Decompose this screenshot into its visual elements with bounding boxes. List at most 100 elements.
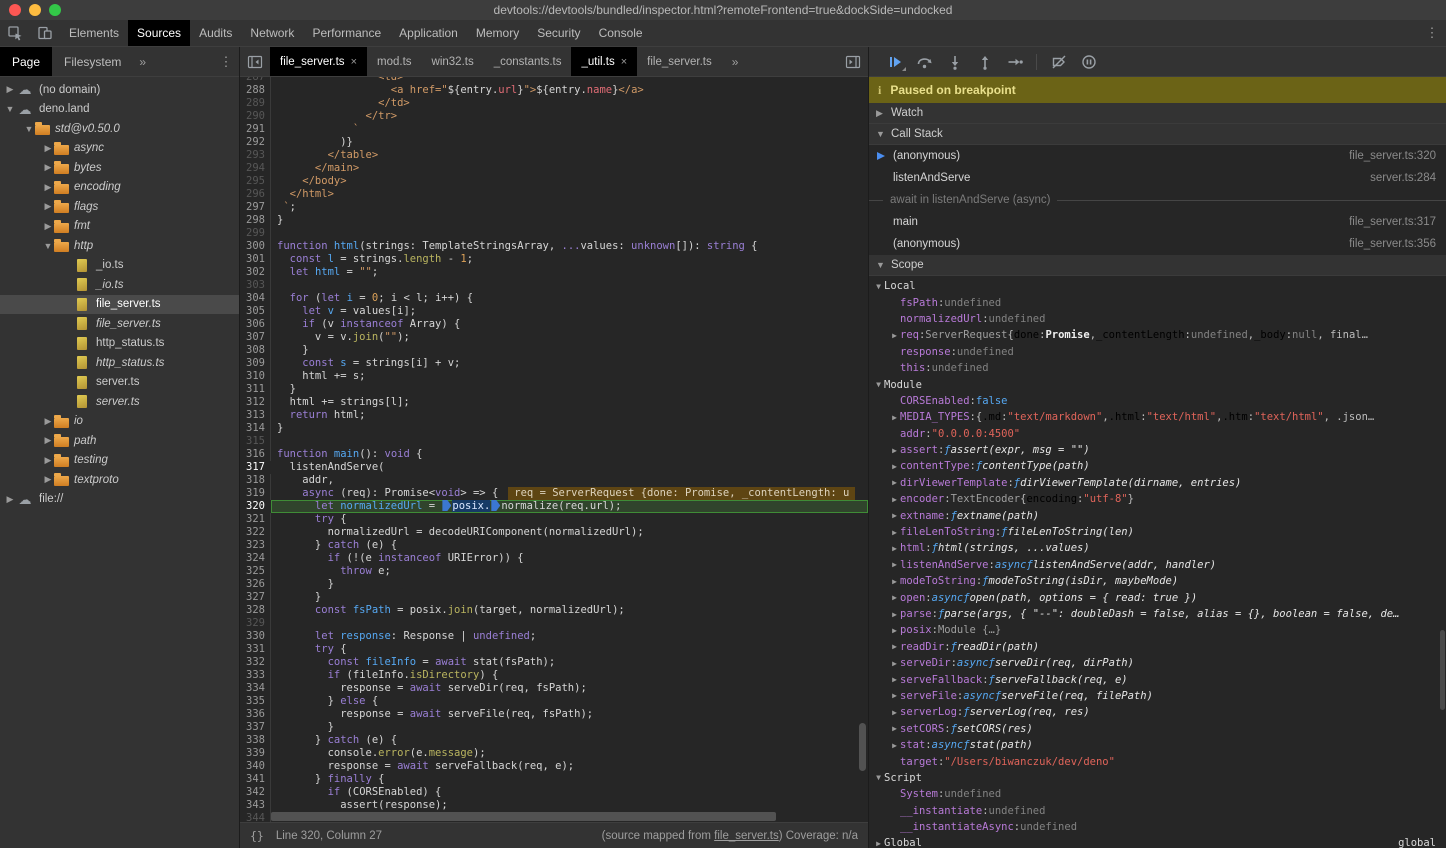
scope-variable-stat[interactable]: ▶stat: async ƒ stat(path) [869, 737, 1446, 753]
scope-variable-parse[interactable]: ▶parse: ƒ parse(args, { "--": doubleDash… [869, 606, 1446, 622]
chevron-right-icon[interactable]: ▶ [889, 560, 900, 569]
watch-section-header[interactable]: ▶ Watch [869, 103, 1446, 124]
chevron-right-icon[interactable]: ▶ [889, 724, 900, 733]
vertical-scrollbar[interactable] [859, 723, 866, 771]
scope-variable-assert[interactable]: ▶assert: ƒ assert(expr, msg = "") [869, 442, 1446, 458]
line-number-299[interactable]: 299 [240, 227, 271, 240]
chevron-down-icon[interactable]: ▼ [23, 124, 35, 134]
scope-variable-serverlog[interactable]: ▶serverLog: ƒ serverLog(req, res) [869, 704, 1446, 720]
line-number-337[interactable]: 337 [240, 721, 271, 734]
line-number-287[interactable]: 287 [240, 77, 271, 84]
editor-tabs-overflow-icon[interactable]: » [722, 47, 749, 76]
chevron-right-icon[interactable]: ▶ [42, 435, 54, 446]
chevron-right-icon[interactable]: ▶ [889, 446, 900, 455]
line-number-288[interactable]: 288 [240, 84, 271, 97]
line-number-304[interactable]: 304 [240, 292, 271, 305]
chevron-right-icon[interactable]: ▶ [889, 331, 900, 340]
scope-variable-html[interactable]: ▶html: ƒ html(strings, ...values) [869, 540, 1446, 556]
line-number-323[interactable]: 323 [240, 539, 271, 552]
tree-item-server.ts[interactable]: server.ts [0, 392, 239, 412]
chevron-right-icon[interactable]: ▶ [42, 162, 54, 173]
chevron-right-icon[interactable]: ▶ [889, 659, 900, 668]
line-number-293[interactable]: 293 [240, 149, 271, 162]
scope-variable-readdir[interactable]: ▶readDir: ƒ readDir(path) [869, 639, 1446, 655]
line-number-311[interactable]: 311 [240, 383, 271, 396]
line-number-297[interactable]: 297 [240, 201, 271, 214]
code-editor[interactable]: 287 <td>288 <a href="${entry.url}">${ent… [240, 77, 868, 822]
scope-section-module[interactable]: ▼Module [869, 376, 1446, 392]
chevron-right-icon[interactable]: ▶ [889, 462, 900, 471]
chevron-right-icon[interactable]: ▶ [42, 221, 54, 232]
call-stack-frame[interactable]: (anonymous)file_server.ts:356 [869, 233, 1446, 255]
tree-item-textproto[interactable]: ▶textproto [0, 470, 239, 490]
line-number-340[interactable]: 340 [240, 760, 271, 773]
step-out-button[interactable] [971, 51, 998, 73]
line-number-294[interactable]: 294 [240, 162, 271, 175]
scope-section-header[interactable]: ▼ Scope [869, 255, 1446, 276]
tree-item-file[interactable]: ▶☁file:// [0, 490, 239, 510]
line-number-289[interactable]: 289 [240, 97, 271, 110]
tree-item-fmt[interactable]: ▶fmt [0, 217, 239, 237]
call-stack-section-header[interactable]: ▼ Call Stack [869, 124, 1446, 145]
tree-item-_io.ts[interactable]: _io.ts [0, 275, 239, 295]
tree-item-http_status.ts[interactable]: http_status.ts [0, 334, 239, 354]
inline-breakpoint-icon[interactable] [442, 500, 451, 511]
line-number-330[interactable]: 330 [240, 630, 271, 643]
line-number-335[interactable]: 335 [240, 695, 271, 708]
inspect-element-icon[interactable] [0, 20, 30, 46]
line-number-290[interactable]: 290 [240, 110, 271, 123]
chevron-right-icon[interactable]: ▶ [889, 691, 900, 700]
scope-variable-contenttype[interactable]: ▶contentType: ƒ contentType(path) [869, 458, 1446, 474]
line-number-300[interactable]: 300 [240, 240, 271, 253]
pretty-print-icon[interactable]: {} [250, 829, 264, 843]
call-stack-frame[interactable]: (anonymous)file_server.ts:320 [869, 145, 1446, 167]
hide-navigator-icon[interactable] [240, 47, 270, 76]
editor-tab-_constants.ts[interactable]: _constants.ts [484, 47, 572, 76]
chevron-right-icon[interactable]: ▶ [4, 84, 16, 95]
editor-tab-file_server.ts[interactable]: file_server.ts [637, 47, 722, 76]
line-number-322[interactable]: 322 [240, 526, 271, 539]
scope-variable-open[interactable]: ▶open: async ƒ open(path, options = { re… [869, 589, 1446, 605]
line-number-292[interactable]: 292 [240, 136, 271, 149]
line-number-325[interactable]: 325 [240, 565, 271, 578]
line-number-302[interactable]: 302 [240, 266, 271, 279]
tree-item-flags[interactable]: ▶flags [0, 197, 239, 217]
chevron-right-icon[interactable]: ▶ [42, 201, 54, 212]
tab-security[interactable]: Security [528, 20, 589, 46]
tree-item-file_server.ts[interactable]: file_server.ts [0, 314, 239, 334]
tab-audits[interactable]: Audits [190, 20, 241, 46]
chevron-right-icon[interactable]: ▶ [889, 577, 900, 586]
scope-variable-posix[interactable]: ▶posix: Module {…} [869, 622, 1446, 638]
tab-elements[interactable]: Elements [60, 20, 128, 46]
tree-item-_io.ts[interactable]: _io.ts [0, 256, 239, 276]
line-number-344[interactable]: 344 [240, 812, 271, 822]
tree-item-file_server.ts[interactable]: file_server.ts [0, 295, 239, 315]
line-number-334[interactable]: 334 [240, 682, 271, 695]
chevron-right-icon[interactable]: ▶ [889, 593, 900, 602]
source-map-link[interactable]: file_server.ts [714, 830, 779, 842]
chevron-right-icon[interactable]: ▶ [889, 626, 900, 635]
line-number-306[interactable]: 306 [240, 318, 271, 331]
tree-item-encoding[interactable]: ▶encoding [0, 178, 239, 198]
tree-item-async[interactable]: ▶async [0, 139, 239, 159]
chevron-right-icon[interactable]: ▶ [889, 413, 900, 422]
chevron-right-icon[interactable]: ▶ [42, 474, 54, 485]
scope-variable-listenandserve[interactable]: ▶listenAndServe: async ƒ listenAndServe(… [869, 557, 1446, 573]
scope-variable-setcors[interactable]: ▶setCORS: ƒ setCORS(res) [869, 721, 1446, 737]
sidebar-scrollbar[interactable] [1440, 630, 1445, 710]
scope-variable-media_types[interactable]: ▶MEDIA_TYPES: {.md: "text/markdown", .ht… [869, 409, 1446, 425]
tab-application[interactable]: Application [390, 20, 467, 46]
line-number-312[interactable]: 312 [240, 396, 271, 409]
line-number-326[interactable]: 326 [240, 578, 271, 591]
call-stack-frame[interactable]: mainfile_server.ts:317 [869, 211, 1446, 233]
tree-item-deno.land[interactable]: ▼☁deno.land [0, 100, 239, 120]
resume-button[interactable] [881, 51, 908, 73]
chevron-right-icon[interactable]: ▶ [42, 416, 54, 427]
chevron-right-icon[interactable]: ▶ [42, 455, 54, 466]
line-number-308[interactable]: 308 [240, 344, 271, 357]
editor-tab-mod.ts[interactable]: mod.ts [367, 47, 422, 76]
tree-item-http[interactable]: ▼http [0, 236, 239, 256]
scope-variable-servedir[interactable]: ▶serveDir: async ƒ serveDir(req, dirPath… [869, 655, 1446, 671]
tab-performance[interactable]: Performance [303, 20, 390, 46]
navigator-tab-filesystem[interactable]: Filesystem [52, 47, 133, 76]
